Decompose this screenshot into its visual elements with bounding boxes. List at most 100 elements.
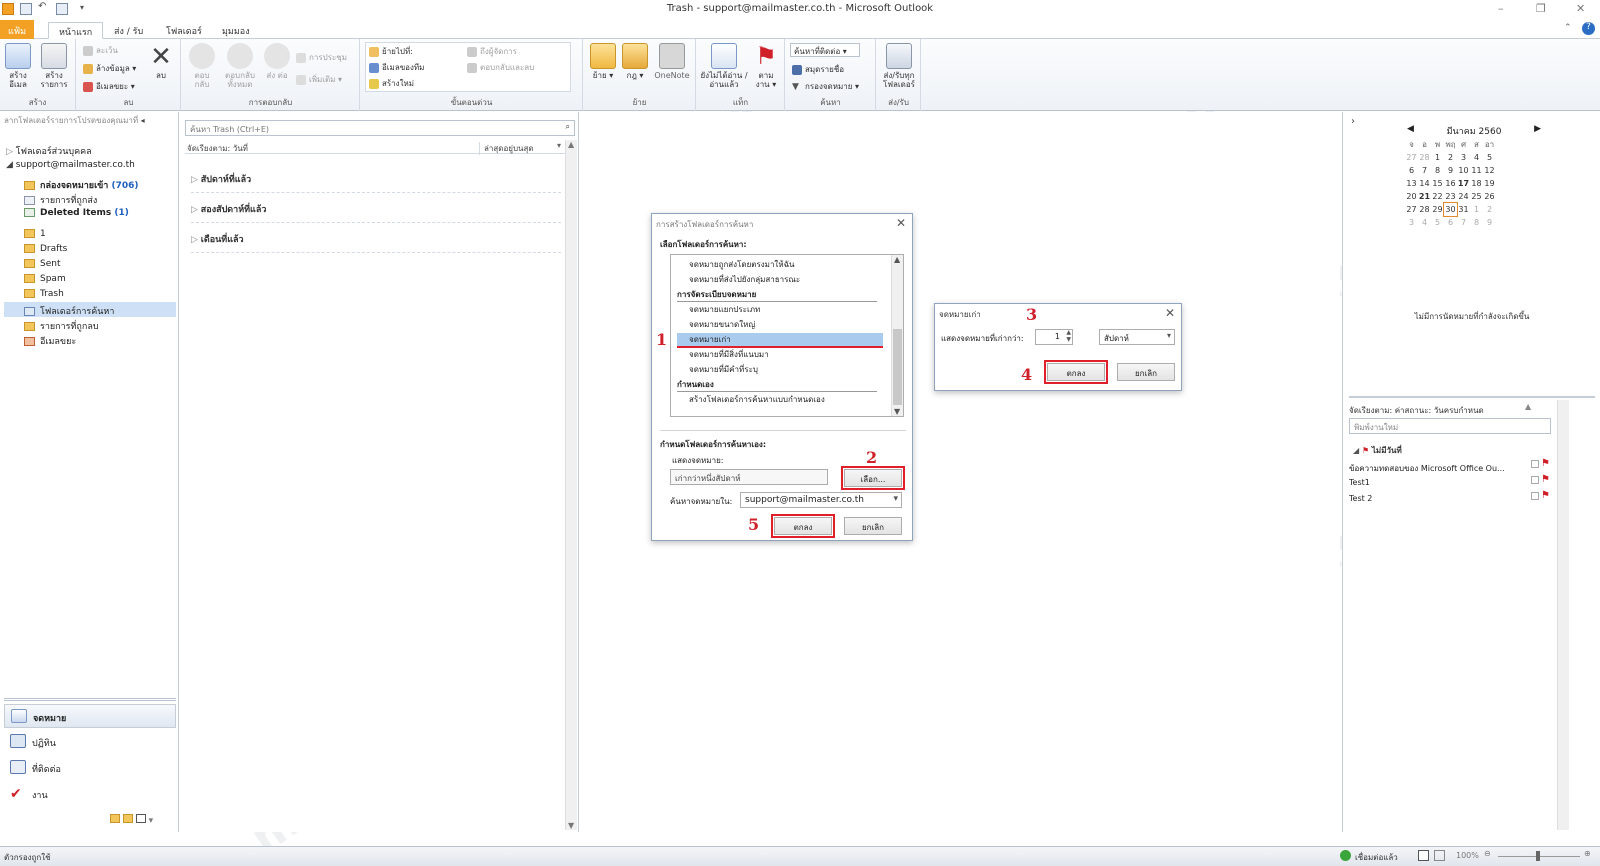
close-icon[interactable]: ✕ bbox=[1165, 306, 1175, 320]
calendar-day[interactable]: 5 bbox=[1483, 151, 1496, 164]
listbox-option[interactable]: จดหมายแยกประเภท bbox=[689, 303, 760, 316]
calendar-day[interactable]: 1 bbox=[1470, 203, 1483, 216]
folder-sent-items[interactable]: รายการที่ถูกส่ง bbox=[24, 193, 97, 207]
shortcuts-icon[interactable] bbox=[135, 814, 146, 823]
calendar-day[interactable]: 27 bbox=[1405, 151, 1418, 164]
find-contact-box[interactable]: ค้นหาที่ติดต่อ ▾ bbox=[790, 43, 860, 57]
group-header-last-month[interactable]: ▷ เดือนที่แล้ว bbox=[191, 232, 561, 253]
listbox-option[interactable]: จดหมายถูกส่งโดยตรงมาให้ฉัน bbox=[689, 258, 795, 271]
send-receive-all-button[interactable]: ส่ง/รับทุก โฟลเดอร์ bbox=[879, 43, 919, 89]
move-button[interactable]: ย้าย ▾ bbox=[588, 43, 618, 80]
task-group-no-date[interactable]: ◢ ⚑ ไม่มีวันที่ bbox=[1353, 444, 1402, 457]
zoom-out-icon[interactable]: ⊖ bbox=[1484, 849, 1491, 858]
nav-personal-folders[interactable]: ▷ โฟลเดอร์ส่วนบุคคล bbox=[6, 144, 92, 158]
calendar-day[interactable]: 4 bbox=[1470, 151, 1483, 164]
folder-list-icon[interactable] bbox=[122, 814, 133, 823]
minimize-button[interactable]: – bbox=[1498, 2, 1504, 15]
delete-button[interactable]: ✕ ลบ bbox=[147, 43, 175, 80]
junk-button[interactable]: อีเมลขยะ ▾ bbox=[83, 80, 135, 93]
listbox-option[interactable]: จดหมายที่มีสิ่งที่แนบมา bbox=[689, 348, 769, 361]
new-items-button[interactable]: สร้าง รายการ bbox=[38, 43, 70, 89]
address-book-button[interactable]: สมุดรายชื่อ bbox=[792, 63, 844, 76]
folder-spam[interactable]: Spam bbox=[24, 274, 66, 284]
calendar-day[interactable]: 14 bbox=[1418, 177, 1431, 190]
task-flag-icon[interactable]: ⚑ bbox=[1541, 490, 1550, 501]
listbox-option[interactable]: จดหมายที่มีคำที่ระบุ bbox=[689, 363, 758, 376]
tab-view[interactable]: มุมมอง bbox=[212, 22, 260, 39]
calendar-day[interactable]: 6 bbox=[1444, 216, 1457, 229]
onenote-button[interactable]: OneNote bbox=[652, 43, 692, 80]
calendar-day[interactable]: 28 bbox=[1418, 151, 1431, 164]
calendar-day[interactable]: 11 bbox=[1470, 164, 1483, 177]
quickstep-move-to[interactable]: ย้ายไปที่: bbox=[369, 45, 413, 58]
calendar-day[interactable]: 5 bbox=[1431, 216, 1444, 229]
folder-junk[interactable]: อีเมลขยะ bbox=[24, 334, 76, 348]
todo-splitter[interactable] bbox=[1349, 396, 1595, 398]
normal-view-icon[interactable] bbox=[1418, 850, 1429, 861]
calendar-day[interactable]: 24 bbox=[1457, 190, 1470, 203]
calendar-day[interactable]: 21 bbox=[1418, 190, 1431, 203]
filter-email-button[interactable]: ▼ กรองจดหมาย ▾ bbox=[792, 80, 859, 93]
group-header-two-weeks-ago[interactable]: ▷ สองสัปดาห์ที่แล้ว bbox=[191, 202, 561, 223]
task-checkbox[interactable] bbox=[1531, 460, 1539, 468]
next-month-icon[interactable]: ▶ bbox=[1534, 124, 1541, 134]
ok-button[interactable]: ตกลง bbox=[771, 514, 835, 538]
scroll-thumb[interactable] bbox=[893, 329, 902, 405]
folder-inbox[interactable]: กล่องจดหมายเข้า (706) bbox=[24, 178, 139, 192]
meeting-button[interactable]: การประชุม bbox=[296, 51, 347, 64]
maximize-button[interactable]: ❐ bbox=[1536, 2, 1546, 15]
zoom-slider-thumb[interactable] bbox=[1536, 851, 1540, 861]
cancel-button[interactable]: ยกเลิก bbox=[1117, 363, 1175, 381]
calendar-day[interactable]: 12 bbox=[1483, 164, 1496, 177]
close-button[interactable]: ✕ bbox=[1576, 2, 1585, 15]
reading-view-icon[interactable] bbox=[1434, 850, 1445, 861]
folder-sent[interactable]: Sent bbox=[24, 259, 60, 269]
followup-button[interactable]: ⚑ ตาม งาน ▾ bbox=[751, 43, 781, 89]
forward-button[interactable]: ส่ง ต่อ bbox=[262, 43, 292, 80]
cleanup-button[interactable]: ล้างข้อมูล ▾ bbox=[83, 62, 136, 75]
folder-deleted[interactable]: รายการที่ถูกลบ bbox=[24, 319, 99, 333]
calendar-day[interactable]: 2 bbox=[1483, 203, 1496, 216]
listbox-option[interactable]: จดหมายที่ส่งไปยังกลุ่มสาธารณะ bbox=[689, 273, 800, 286]
listbox-option-selected[interactable]: จดหมายเก่า bbox=[677, 333, 883, 348]
calendar-day[interactable]: 15 bbox=[1431, 177, 1444, 190]
expand-todo-icon[interactable]: › bbox=[1351, 116, 1355, 127]
ignore-button[interactable]: ละเว้น bbox=[83, 44, 118, 57]
calendar-day[interactable]: 7 bbox=[1418, 164, 1431, 177]
reply-button[interactable]: ตอบ กลับ bbox=[186, 43, 218, 89]
unread-read-button[interactable]: ยังไม่ได้อ่าน /อ่านแล้ว bbox=[699, 43, 749, 89]
folder-search-folders[interactable]: โฟลเดอร์การค้นหา bbox=[4, 302, 176, 317]
arrange-by[interactable]: จัดเรียงตาม: วันที่ bbox=[187, 142, 248, 155]
close-icon[interactable]: ✕ bbox=[896, 216, 906, 230]
nav-mail[interactable]: จดหมาย bbox=[4, 704, 176, 728]
sort-order[interactable]: ล่าสุดอยู่บนสุด bbox=[479, 142, 534, 155]
calendar-day[interactable]: 20 bbox=[1405, 190, 1418, 203]
folder-drafts[interactable]: Drafts bbox=[24, 244, 67, 254]
message-list-scrollbar[interactable]: ▲ ▼ bbox=[565, 140, 577, 830]
calendar-day[interactable]: 4 bbox=[1418, 216, 1431, 229]
tab-file[interactable]: แฟ้ม bbox=[0, 20, 35, 39]
scroll-up-icon[interactable]: ▲ bbox=[894, 255, 900, 264]
task-item[interactable]: ข้อความทดสอบของ Microsoft Office Ou... bbox=[1349, 462, 1549, 475]
task-checkbox[interactable] bbox=[1531, 476, 1539, 484]
task-item[interactable]: Test 2 bbox=[1349, 494, 1372, 503]
quickstep-create-new[interactable]: สร้างใหม่ bbox=[369, 77, 414, 90]
calendar-day[interactable]: 2 bbox=[1444, 151, 1457, 164]
zoom-in-icon[interactable]: ⊕ bbox=[1584, 849, 1591, 858]
nav-splitter[interactable] bbox=[4, 698, 176, 701]
calendar-day[interactable]: 27 bbox=[1405, 203, 1418, 216]
sort-dropdown-icon[interactable]: ▾ bbox=[557, 141, 561, 150]
calendar-day[interactable]: 9 bbox=[1444, 164, 1457, 177]
calendar-day[interactable]: 9 bbox=[1483, 216, 1496, 229]
calendar-day[interactable]: 17 bbox=[1457, 177, 1470, 190]
calendar-day[interactable]: 8 bbox=[1470, 216, 1483, 229]
calendar-day[interactable]: 26 bbox=[1483, 190, 1496, 203]
calendar-day[interactable]: 31 bbox=[1457, 203, 1470, 216]
search-input[interactable]: ค้นหา Trash (Ctrl+E) ⌕ bbox=[185, 120, 575, 136]
quickstep-to-manager[interactable]: ถึงผู้จัดการ bbox=[467, 45, 517, 58]
task-flag-icon[interactable]: ⚑ bbox=[1541, 474, 1550, 485]
scroll-down-icon[interactable]: ▼ bbox=[894, 407, 900, 416]
new-task-input[interactable]: พิมพ์งานใหม่ bbox=[1349, 418, 1551, 434]
listbox-option[interactable]: จดหมายขนาดใหญ่ bbox=[689, 318, 755, 331]
quickstep-team-email[interactable]: อีเมลของทีม bbox=[369, 61, 424, 74]
